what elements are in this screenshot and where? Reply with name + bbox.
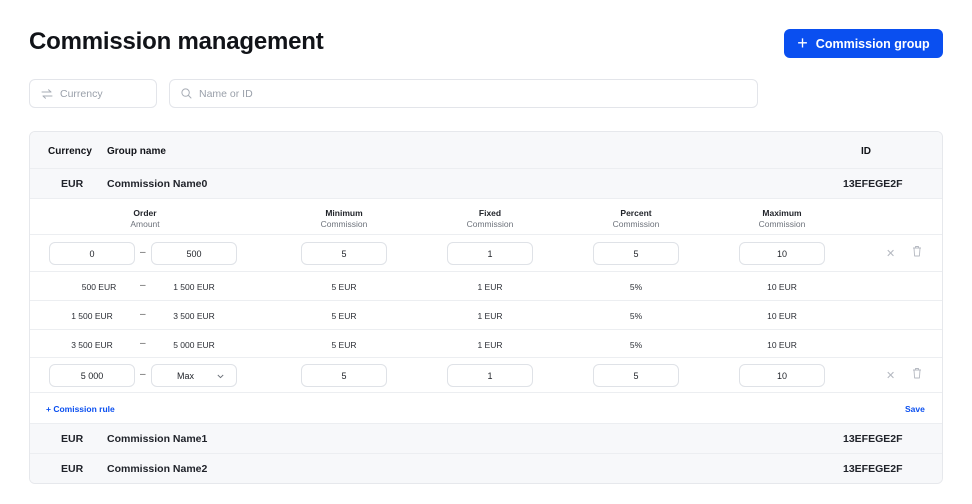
range-dash: – [140, 280, 146, 291]
order-to-input[interactable]: 500 [151, 242, 237, 265]
rule-from: 3 500 EUR [71, 340, 113, 350]
search-icon [181, 88, 192, 99]
group-name: Commission Name1 [107, 433, 208, 445]
rules-header-percent: Percent Commission [612, 208, 660, 229]
rule-row: 500 EUR – 1 500 EUR 5 EUR 1 EUR 5% 10 EU… [30, 272, 942, 301]
range-dash: – [140, 309, 146, 320]
rule-row: 1 500 EUR – 3 500 EUR 5 EUR 1 EUR 5% 10 … [30, 301, 942, 330]
add-commission-group-label: Commission group [815, 36, 930, 51]
minimum-commission-input[interactable]: 5 [301, 364, 387, 387]
group-id: 13EFEGE2F [843, 463, 903, 475]
rule-edit-row: 0 – 500 5 1 5 10 ✕ [30, 235, 942, 272]
rule-to: 5 000 EUR [173, 340, 215, 350]
group-name: Commission Name2 [107, 463, 208, 475]
rule-maximum: 10 EUR [767, 340, 797, 350]
range-dash: – [140, 247, 146, 258]
currency-filter-placeholder: Currency [60, 87, 103, 100]
table-header: Currency Group name ID [30, 132, 942, 169]
group-row[interactable]: EUR Commission Name2 13EFEGE2F [30, 454, 942, 483]
order-to-value: Max [177, 370, 195, 381]
minimum-commission-input[interactable]: 5 [301, 242, 387, 265]
rules-footer: + Comission rule Save [30, 393, 942, 424]
rule-to: 3 500 EUR [173, 311, 215, 321]
swap-icon [41, 88, 53, 99]
rules-header-fixed: Fixed Commission [466, 208, 514, 229]
rules-header-maximum: Maximum Commission [758, 208, 806, 229]
currency-filter[interactable]: Currency [29, 79, 157, 108]
order-to-select[interactable]: Max [151, 364, 237, 387]
rule-row: 3 500 EUR – 5 000 EUR 5 EUR 1 EUR 5% 10 … [30, 330, 942, 358]
fixed-commission-input[interactable]: 1 [447, 242, 533, 265]
fixed-commission-input[interactable]: 1 [447, 364, 533, 387]
chevron-down-icon [217, 374, 224, 379]
group-id: 13EFEGE2F [843, 433, 903, 445]
group-currency: EUR [61, 433, 84, 445]
page-title: Commission management [29, 28, 324, 55]
close-icon[interactable]: ✕ [886, 369, 895, 382]
rule-minimum: 5 EUR [331, 311, 357, 321]
rule-percent: 5% [629, 282, 643, 292]
rule-maximum: 10 EUR [767, 311, 797, 321]
rule-fixed: 1 EUR [477, 340, 503, 350]
header-group-name: Group name [107, 146, 166, 157]
plus-icon: + [797, 33, 808, 53]
search-placeholder: Name or ID [199, 87, 253, 100]
trash-icon[interactable] [912, 245, 922, 260]
group-row[interactable]: EUR Commission Name1 13EFEGE2F [30, 424, 942, 454]
add-commission-group-button[interactable]: + Commission group [784, 29, 943, 58]
rule-edit-row: 5 000 – Max 5 1 5 10 ✕ [30, 358, 942, 393]
group-row[interactable]: EUR Commission Name0 13EFEGE2F [30, 169, 942, 199]
maximum-commission-input[interactable]: 10 [739, 242, 825, 265]
header-id: ID [861, 146, 871, 157]
search-input[interactable]: Name or ID [169, 79, 758, 108]
rule-from: 500 EUR [81, 282, 117, 292]
rule-maximum: 10 EUR [767, 282, 797, 292]
add-commission-rule-link[interactable]: + Comission rule [46, 404, 115, 414]
group-name: Commission Name0 [107, 178, 208, 190]
rule-to: 1 500 EUR [173, 282, 215, 292]
percent-commission-input[interactable]: 5 [593, 242, 679, 265]
rules-header-order: Order Amount [130, 208, 160, 229]
rules-header: Order Amount Minimum Commission Fixed Co… [30, 199, 942, 235]
rule-fixed: 1 EUR [477, 311, 503, 321]
close-icon[interactable]: ✕ [886, 247, 895, 260]
rule-percent: 5% [629, 340, 643, 350]
group-currency: EUR [61, 178, 84, 190]
rule-fixed: 1 EUR [477, 282, 503, 292]
range-dash: – [140, 369, 146, 380]
percent-commission-input[interactable]: 5 [593, 364, 679, 387]
rules-header-minimum: Minimum Commission [320, 208, 368, 229]
rule-minimum: 5 EUR [331, 340, 357, 350]
order-from-input[interactable]: 0 [49, 242, 135, 265]
group-currency: EUR [61, 463, 84, 475]
order-from-input[interactable]: 5 000 [49, 364, 135, 387]
trash-icon[interactable] [912, 367, 922, 382]
save-button[interactable]: Save [905, 404, 925, 414]
range-dash: – [140, 338, 146, 349]
rule-from: 1 500 EUR [71, 311, 113, 321]
group-id: 13EFEGE2F [843, 178, 903, 190]
maximum-commission-input[interactable]: 10 [739, 364, 825, 387]
rule-minimum: 5 EUR [331, 282, 357, 292]
commission-table: Currency Group name ID EUR Commission Na… [29, 131, 943, 484]
rule-percent: 5% [629, 311, 643, 321]
header-currency: Currency [48, 146, 92, 157]
